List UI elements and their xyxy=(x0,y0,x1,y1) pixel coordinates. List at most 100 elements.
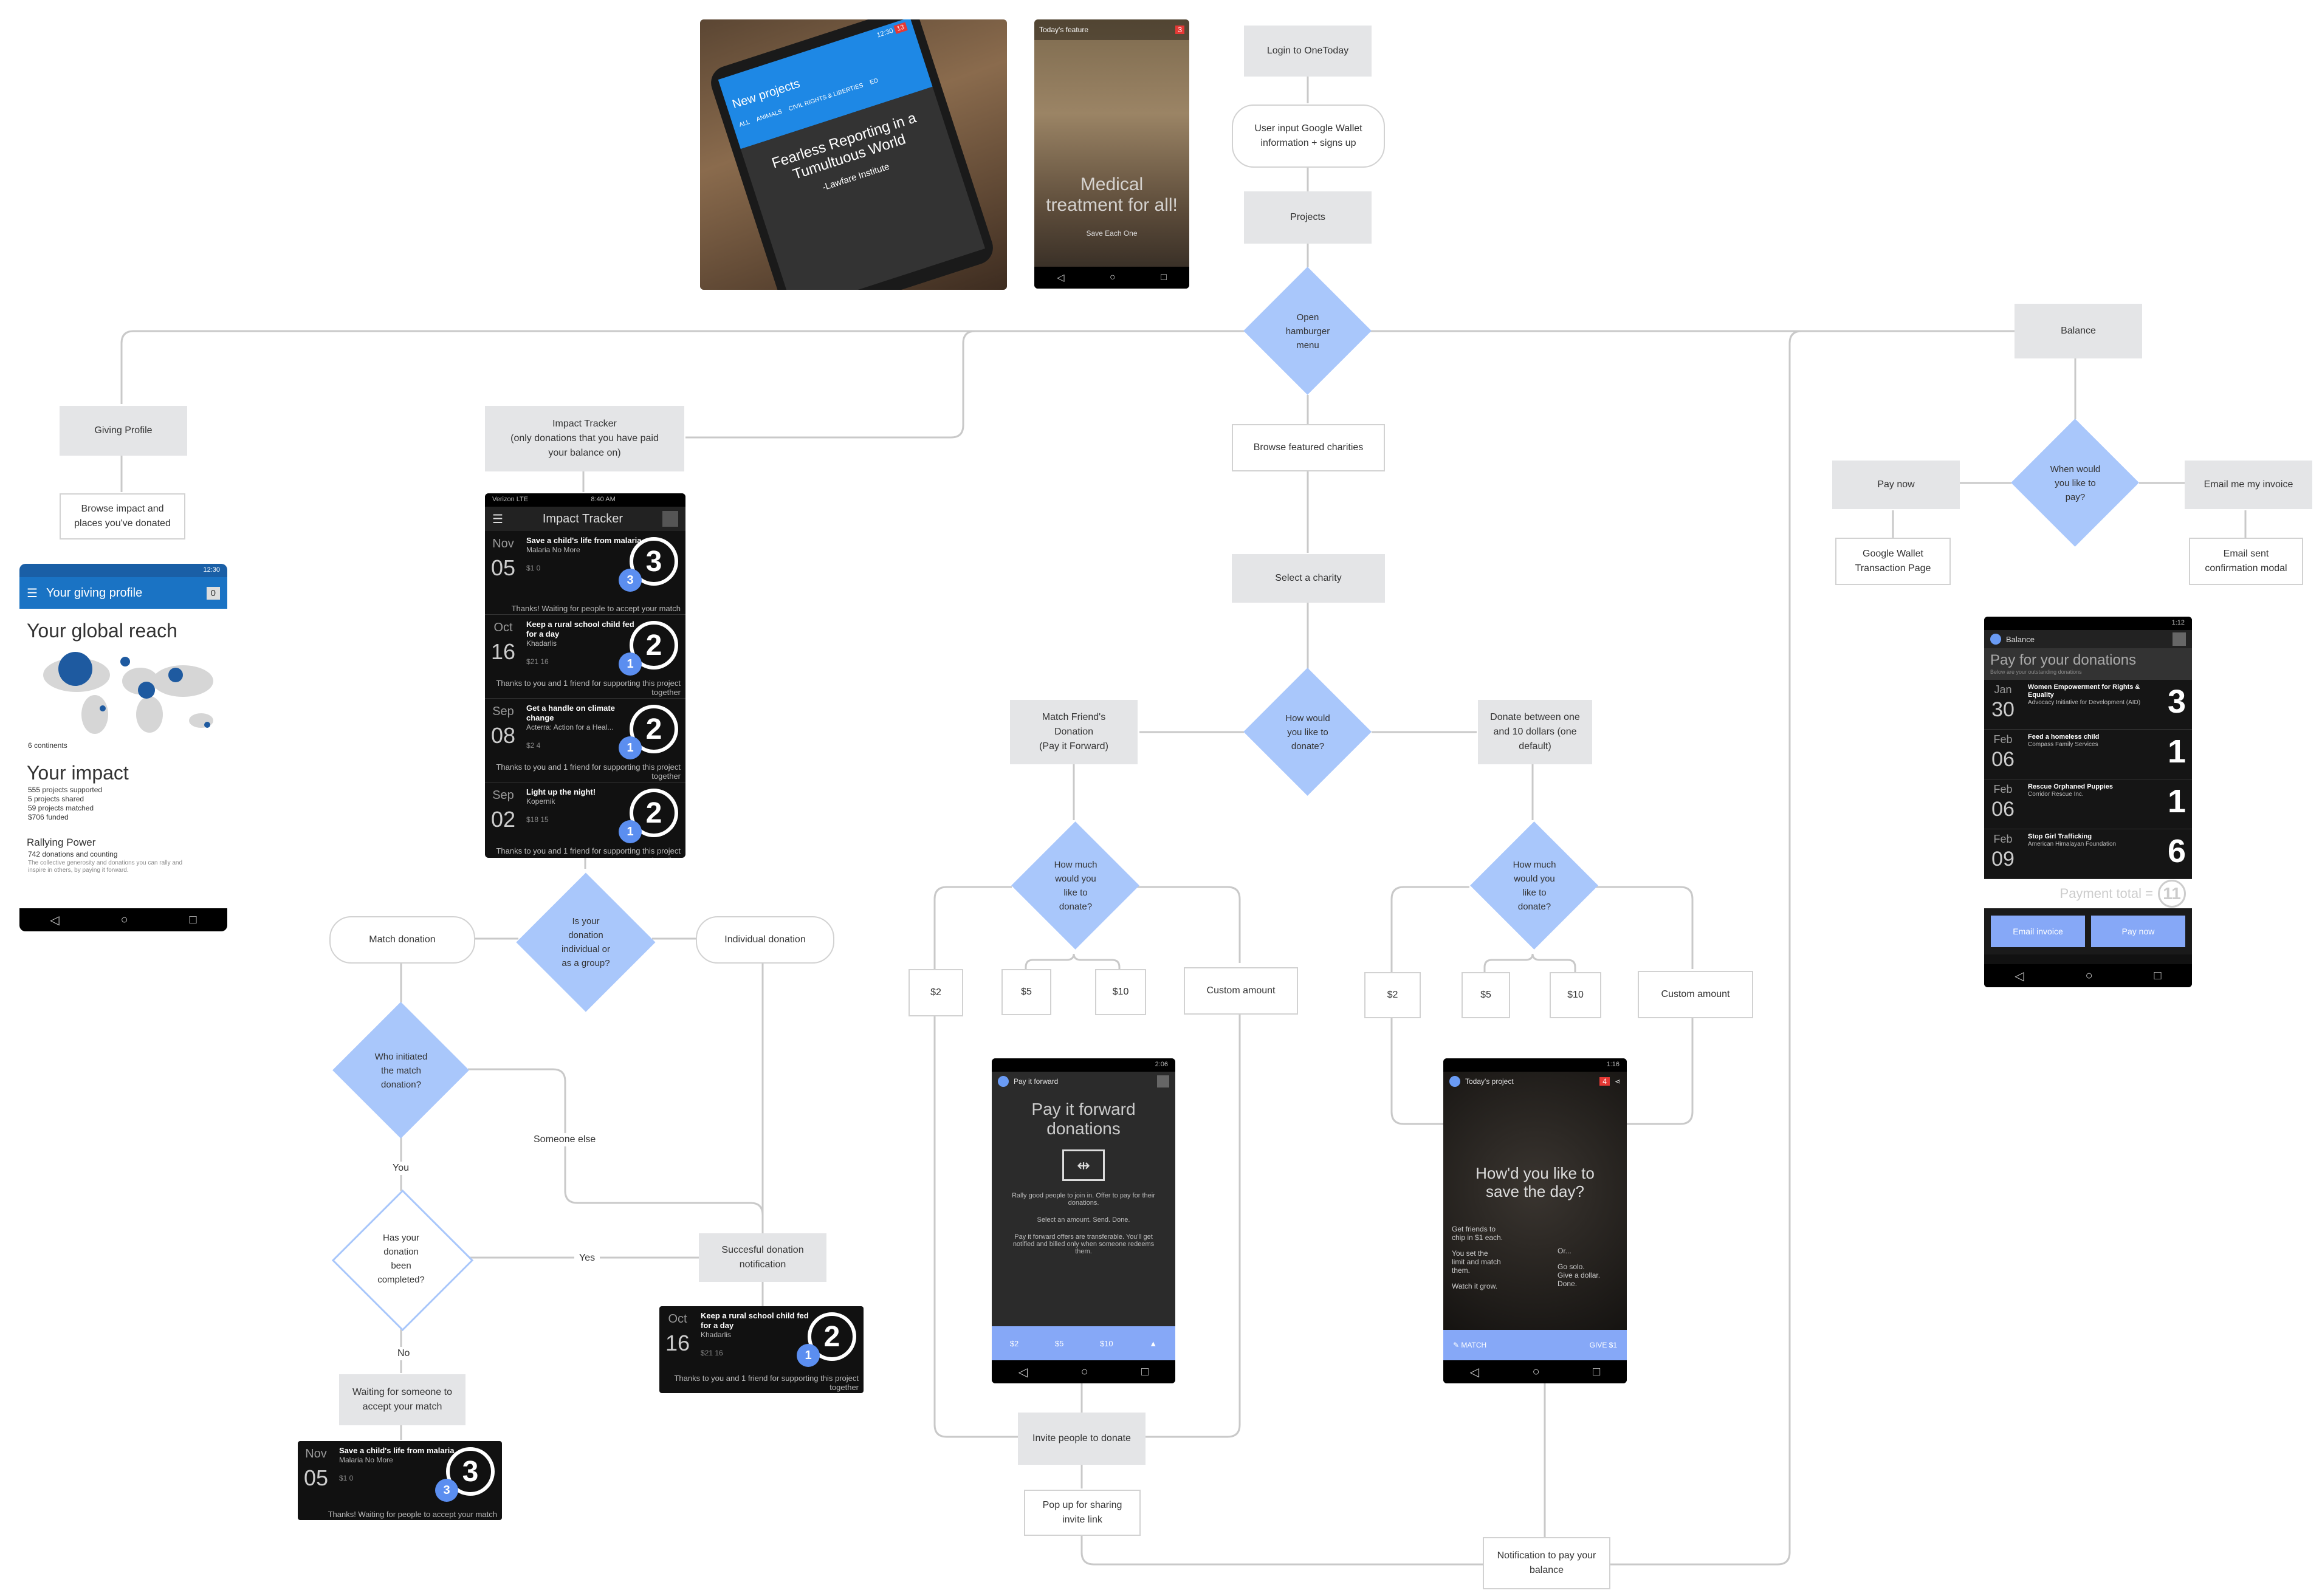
balance-badge[interactable]: 0 xyxy=(206,586,220,600)
row-day: 16 xyxy=(490,639,516,664)
row-day: 02 xyxy=(490,807,516,832)
projects-node: Projects xyxy=(1244,191,1372,244)
solo-text-2: Go solo. Give a dollar. Done. xyxy=(1558,1262,1601,1288)
notification-badge[interactable]: 4 xyxy=(1599,1077,1610,1086)
chevron-up-icon[interactable]: ▲ xyxy=(1149,1339,1157,1348)
list-item[interactable]: Jan 30 Women Empowerment for Rights & Eq… xyxy=(1984,680,2192,730)
someone-else-label: Someone else xyxy=(529,1133,601,1146)
row-month: Jan xyxy=(1994,683,2012,696)
status-time: 8:40 AM xyxy=(591,496,616,503)
home-icon[interactable]: ○ xyxy=(1110,272,1116,283)
row-title: Feed a homeless child xyxy=(2028,733,2100,741)
balance-heading: Pay for your donations xyxy=(1990,652,2137,668)
row-note: Thanks! Waiting for people to accept you… xyxy=(328,1510,497,1519)
row-title: Keep a rural school child fed for a day xyxy=(701,1311,809,1330)
home-icon[interactable]: ○ xyxy=(1533,1365,1540,1379)
recents-icon[interactable]: □ xyxy=(1593,1365,1600,1379)
app-bar: ☰ Impact Tracker xyxy=(485,507,685,531)
payment-total: Payment total = 11 xyxy=(1984,879,2192,908)
row-org: American Himalayan Foundation xyxy=(2028,841,2117,848)
app-bar: Pay it forward xyxy=(992,1072,1175,1091)
match-text-2: You set the limit and match them. xyxy=(1452,1249,1501,1275)
row-month: Sep xyxy=(492,789,514,802)
back-icon[interactable]: ◁ xyxy=(1470,1365,1479,1380)
back-icon[interactable]: ◁ xyxy=(50,913,59,928)
list-item[interactable]: Nov 05 Save a child's life from malaria … xyxy=(485,531,685,615)
list-item[interactable]: Feb 06 Rescue Orphaned Puppies Corridor … xyxy=(1984,779,2192,829)
balance-badge[interactable] xyxy=(1157,1075,1169,1087)
list-item[interactable]: Sep 08 Get a handle on climate change Ac… xyxy=(485,699,685,783)
balance-list: Jan 30 Women Empowerment for Rights & Eq… xyxy=(1984,680,2192,879)
stat-projects-shared: 5 projects shared xyxy=(28,795,84,803)
back-icon[interactable]: ◁ xyxy=(2015,968,2024,984)
impact-stats: 555 projects supported 5 projects shared… xyxy=(28,786,219,822)
row-note: Thanks to you and 1 friend for supportin… xyxy=(496,846,681,858)
stat-projects-supported: 555 projects supported xyxy=(28,786,103,794)
row-org: Compass Family Services xyxy=(2028,741,2098,748)
email-sent-node: Email sent confirmation modal xyxy=(2189,538,2303,585)
app-logo-icon xyxy=(998,1076,1009,1087)
tab-ed: ED xyxy=(869,77,879,86)
success-notification-node: Succesful donation notification xyxy=(699,1233,826,1282)
list-item[interactable]: Sep 02 Light up the night! Kopernik $18 … xyxy=(485,783,685,858)
recents-icon[interactable]: □ xyxy=(189,913,196,927)
list-item[interactable]: Oct 16 Keep a rural school child fed for… xyxy=(485,615,685,699)
recents-icon[interactable]: □ xyxy=(1141,1365,1149,1379)
pif-text-3: Pay it forward offers are transferable. … xyxy=(1012,1233,1155,1255)
balance-badge[interactable] xyxy=(2173,632,2186,646)
pif-amount-2[interactable]: $2 xyxy=(1010,1339,1018,1348)
feature-headline: Medical treatment for all! xyxy=(1046,174,1178,215)
android-nav-bar: ◁ ○ □ xyxy=(992,1360,1175,1383)
custom-amount-right: Custom amount xyxy=(1638,971,1753,1018)
list-item[interactable]: Nov 05 Save a child's life from malaria … xyxy=(298,1441,502,1520)
list-item[interactable]: Feb 09 Stop Girl Trafficking American Hi… xyxy=(1984,829,2192,879)
pif-text-1: Rally good people to join in. Offer to p… xyxy=(1012,1192,1155,1207)
email-invoice-button[interactable]: Email invoice xyxy=(1991,916,2085,947)
hamburger-icon[interactable]: ☰ xyxy=(492,512,503,527)
profile-title: Your giving profile xyxy=(46,586,143,600)
button-row: Email invoice Pay now xyxy=(1984,908,2192,954)
row-title: Save a child's life from malaria xyxy=(526,536,642,545)
list-item[interactable]: Oct 16 Keep a rural school child fed for… xyxy=(659,1306,864,1393)
world-map xyxy=(43,652,213,734)
android-nav-bar: ◁ ○ □ xyxy=(1984,964,2192,987)
payment-total-value: 11 xyxy=(2158,880,2186,908)
row-month: Oct xyxy=(493,621,513,634)
row-note: Thanks to you and 1 friend for supportin… xyxy=(674,1374,859,1392)
row-title: Women Empowerment for Rights & Equality xyxy=(2028,683,2140,699)
action-bar: ✎ MATCH GIVE $1 xyxy=(1443,1330,1627,1360)
pay-now-node: Pay now xyxy=(1832,461,1960,509)
recents-icon[interactable]: □ xyxy=(1161,272,1167,283)
feature-badge: 3 xyxy=(1175,26,1184,34)
home-icon[interactable]: ○ xyxy=(1081,1365,1088,1379)
browse-featured-node: Browse featured charities xyxy=(1232,424,1385,471)
amount-2-left: $2 xyxy=(909,969,963,1016)
back-icon[interactable]: ◁ xyxy=(1018,1365,1028,1380)
give-button[interactable]: GIVE $1 xyxy=(1590,1341,1617,1349)
global-reach-heading: Your global reach xyxy=(27,620,177,642)
match-button[interactable]: ✎ MATCH xyxy=(1453,1341,1486,1349)
back-icon[interactable]: ◁ xyxy=(1057,272,1064,284)
hamburger-icon[interactable]: ☰ xyxy=(27,586,38,601)
row-note: Thanks to you and 1 friend for supportin… xyxy=(496,679,681,697)
friends-bubble: 1 xyxy=(619,736,642,759)
match-friend-node: Match Friend's Donation (Pay it Forward) xyxy=(1010,700,1138,764)
pay-now-button[interactable]: Pay now xyxy=(2091,916,2185,947)
share-icon[interactable]: ⋖ xyxy=(1615,1077,1621,1086)
stat-projects-matched: 59 projects matched xyxy=(28,804,94,812)
pif-amount-10[interactable]: $10 xyxy=(1100,1339,1113,1348)
new-projects-photo: 12:30 13 New projects ALL ANIMALS CIVIL … xyxy=(700,19,1007,290)
stat-funded: $706 funded xyxy=(28,813,69,821)
has-completed-decision: Has your donation been completed? xyxy=(333,1191,469,1327)
friends-bubble: 1 xyxy=(619,652,642,676)
home-icon[interactable]: ○ xyxy=(2086,969,2093,983)
list-item[interactable]: Feb 06 Feed a homeless child Compass Fam… xyxy=(1984,730,2192,779)
pif-amount-5[interactable]: $5 xyxy=(1055,1339,1063,1348)
phone-in-hand: 12:30 13 New projects ALL ANIMALS CIVIL … xyxy=(706,19,998,290)
recents-icon[interactable]: □ xyxy=(2154,969,2161,983)
home-icon[interactable]: ○ xyxy=(121,913,128,927)
google-wallet-node: Google Wallet Transaction Page xyxy=(1835,538,1951,585)
solo-text-1: Or... xyxy=(1558,1247,1571,1255)
who-initiated-decision: Who initiated the match donation? xyxy=(333,1002,469,1139)
balance-badge[interactable] xyxy=(662,511,678,527)
